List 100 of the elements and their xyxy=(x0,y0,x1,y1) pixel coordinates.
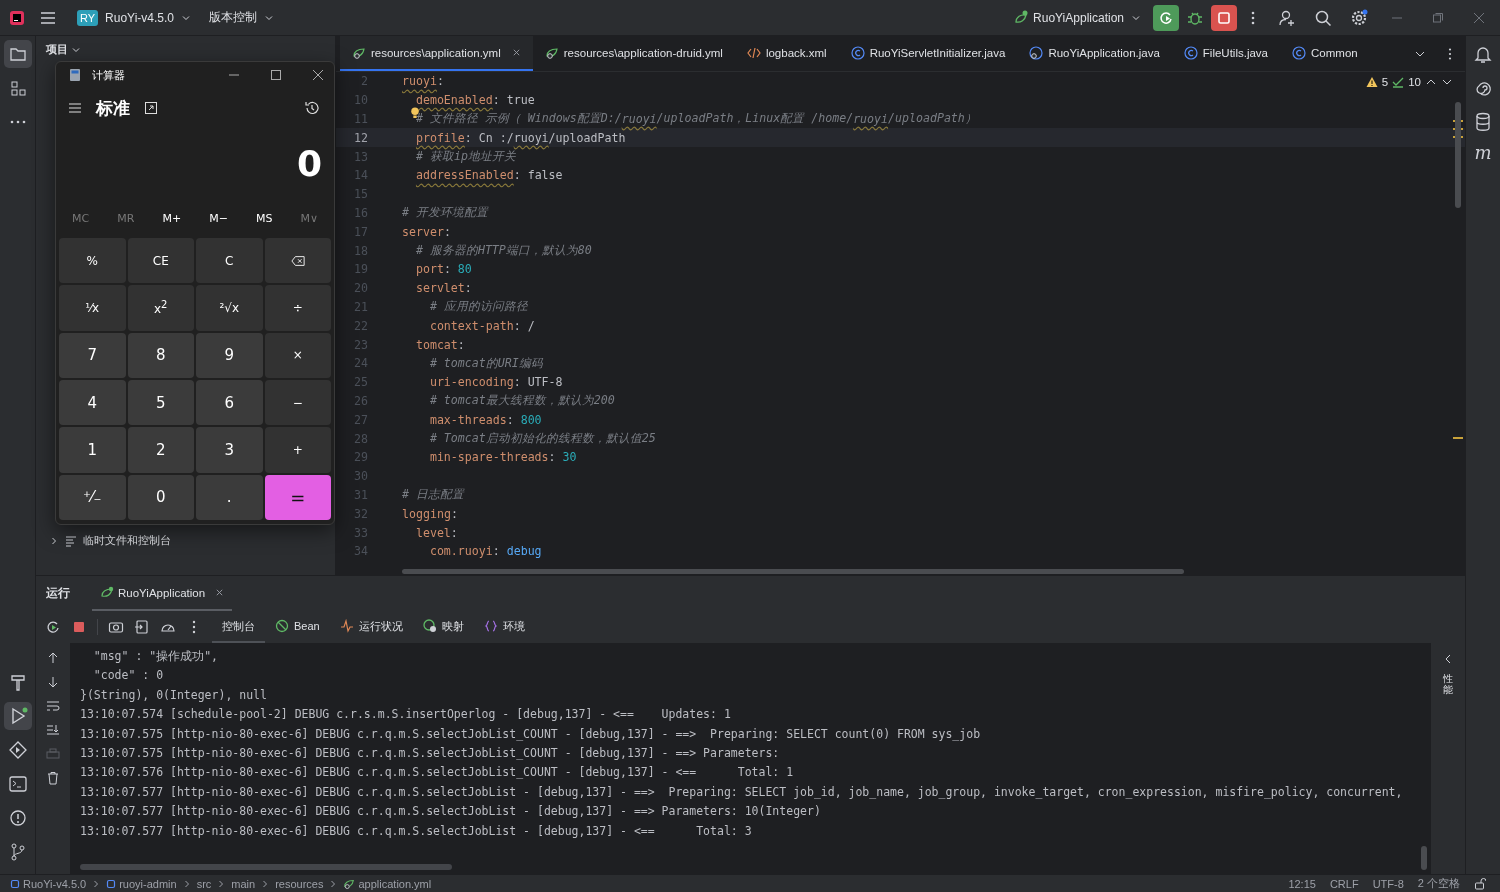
calculator-key[interactable]: 6 xyxy=(196,380,263,426)
scrollbar-thumb[interactable] xyxy=(1421,846,1427,870)
warning-count[interactable]: 5 xyxy=(1381,76,1389,88)
lock-icon[interactable] xyxy=(1474,877,1486,890)
keep-on-top-icon[interactable] xyxy=(144,101,158,115)
settings-icon[interactable] xyxy=(1350,8,1368,27)
breadcrumb[interactable]: RuoYi-v4.5.0 xyxy=(10,877,87,890)
memory-button[interactable]: M+ xyxy=(156,207,188,229)
run-configuration-selector[interactable]: RuoYiApplication xyxy=(1007,5,1147,30)
calculator-key[interactable]: 5 xyxy=(127,380,194,426)
yaml-key: logging xyxy=(402,506,451,521)
calculator-key[interactable]: 9 xyxy=(196,332,263,378)
rerun-icon[interactable] xyxy=(45,619,61,635)
scrollbar-thumb[interactable] xyxy=(80,864,452,870)
menu-icon[interactable] xyxy=(68,101,82,115)
editor-tab[interactable]: Common xyxy=(1280,36,1370,71)
breadcrumb[interactable]: ruoyi-admin xyxy=(106,877,177,890)
editor-tab[interactable]: RuoYiApplication.java xyxy=(1017,36,1172,71)
editor-tab[interactable]: RuoYiServletInitializer.java xyxy=(838,36,1018,71)
warning-marker[interactable] xyxy=(1453,437,1463,439)
close-icon[interactable] xyxy=(511,48,521,57)
exit-icon[interactable] xyxy=(134,619,150,635)
maximize-icon[interactable] xyxy=(270,69,282,81)
app-logo-icon[interactable] xyxy=(9,9,25,26)
project-selector[interactable]: RY RuoYi-v4.5.0 xyxy=(71,5,198,30)
breadcrumb[interactable]: main xyxy=(231,877,256,890)
down-arrow-icon[interactable] xyxy=(46,675,60,689)
cursor-position[interactable]: 12:15 xyxy=(1288,877,1316,890)
scrollbar-thumb[interactable] xyxy=(402,569,1184,574)
calculator-key[interactable]: ²√x xyxy=(196,285,263,331)
memory-button[interactable]: MS xyxy=(249,207,279,229)
side-tab[interactable]: 性能 xyxy=(1443,673,1453,695)
expand-icon xyxy=(49,535,59,546)
code-comment: # 开发环境配置 xyxy=(402,205,488,221)
calculator-key[interactable]: CE xyxy=(127,238,194,284)
run-panel-tab[interactable]: 映射 xyxy=(412,611,474,643)
line-ending[interactable]: CRLF xyxy=(1329,877,1359,890)
rerun-button[interactable] xyxy=(1153,4,1179,31)
indent-setting[interactable]: 2 个空格 xyxy=(1417,876,1460,891)
run-tab[interactable]: RuoYiApplication xyxy=(92,576,233,611)
folder-icon[interactable] xyxy=(3,40,32,68)
stop-icon[interactable] xyxy=(71,619,87,635)
editor-tab[interactable]: logback.xml xyxy=(734,36,839,71)
calculator-key[interactable]: 8 xyxy=(127,332,194,378)
run-panel-tab[interactable]: 环境 xyxy=(473,611,535,643)
calculator-key[interactable]: − xyxy=(264,380,331,426)
calculator-key[interactable]: C xyxy=(196,238,263,284)
scrollbar-thumb[interactable] xyxy=(1455,102,1461,208)
calculator-key[interactable]: % xyxy=(59,238,126,284)
console-line: 13:10:07.576 [http-nio-80-exec-6] DEBUG c.r.q.m.S.selectJobList_COUNT - [debug,137] - <== Total: 1 xyxy=(80,764,795,782)
editor-tab[interactable]: resources\application-druid.yml xyxy=(532,36,735,71)
module-icon xyxy=(10,878,20,889)
run-panel-tab[interactable]: 运行状况 xyxy=(329,611,413,643)
breadcrumb[interactable]: resources xyxy=(275,877,324,890)
maven-tool[interactable]: m xyxy=(1474,142,1492,163)
close-icon[interactable] xyxy=(312,69,324,81)
calculator-key[interactable]: 0 xyxy=(127,474,194,520)
calculator-key[interactable]: ⁺⁄₋ xyxy=(59,474,126,520)
camera-icon[interactable] xyxy=(108,619,124,635)
add-user-icon[interactable] xyxy=(1278,8,1296,27)
yaml-value: Cn :/ xyxy=(478,130,514,145)
calculator-key[interactable]: × xyxy=(264,332,331,378)
history-icon[interactable] xyxy=(304,100,320,116)
calculator-key[interactable]: . xyxy=(196,474,263,520)
warning-icon[interactable] xyxy=(1365,76,1378,88)
calculator-key[interactable]: 3 xyxy=(196,427,263,473)
check-count[interactable]: 10 xyxy=(1408,76,1421,88)
restore-icon[interactable] xyxy=(1432,11,1444,24)
editor-tab[interactable]: FileUtils.java xyxy=(1171,36,1280,71)
code-comment: /uploadPath） xyxy=(888,111,977,127)
calculator-key[interactable]: x$^{2}$ xyxy=(127,285,194,331)
calculator-key[interactable]: = xyxy=(264,474,331,520)
file-encoding[interactable]: UTF-8 xyxy=(1372,877,1404,890)
breadcrumb[interactable]: application.yml xyxy=(343,877,432,890)
scroll-to-end-icon[interactable] xyxy=(46,723,60,737)
calculator-key[interactable]: 4 xyxy=(59,380,126,426)
trash-icon[interactable] xyxy=(46,771,60,785)
check-icon[interactable] xyxy=(1392,76,1405,88)
calculator-key[interactable]: 7 xyxy=(59,332,126,378)
close-icon[interactable] xyxy=(1473,11,1485,24)
run-panel-tab[interactable]: Bean xyxy=(265,611,330,643)
editor-tab[interactable]: resources\application.yml xyxy=(340,36,533,71)
tree-item[interactable]: 临时文件和控制台 xyxy=(36,533,335,575)
calculator-key[interactable]: ⅟x xyxy=(59,285,126,331)
stop-button[interactable] xyxy=(1211,4,1237,31)
calculator-key[interactable]: 2 xyxy=(127,427,194,473)
code-comment: # 文件路径 示例（ Windows配置D:/ xyxy=(415,111,622,127)
search-icon[interactable] xyxy=(1314,8,1332,27)
calculator-key[interactable]: 1 xyxy=(59,427,126,473)
breadcrumb[interactable]: src xyxy=(196,877,212,890)
up-arrow-icon[interactable] xyxy=(46,651,60,665)
calculator-key[interactable]: + xyxy=(264,427,331,473)
vcs-menu[interactable]: 版本控制 xyxy=(203,5,281,30)
yaml-value: UTF-8 xyxy=(527,375,563,390)
run-icon[interactable] xyxy=(3,702,32,730)
calculator-key[interactable]: ÷ xyxy=(264,285,331,331)
soft-wrap-icon[interactable] xyxy=(46,699,60,713)
console-line: 13:10:07.575 [http-nio-80-exec-6] DEBUG c.r.q.m.S.selectJobList_COUNT - [debug,137] - ==> Preparing: SELECT count(0) FROM sys_job xyxy=(80,725,982,743)
close-icon[interactable] xyxy=(215,588,225,597)
memory-button[interactable]: M− xyxy=(203,207,234,229)
